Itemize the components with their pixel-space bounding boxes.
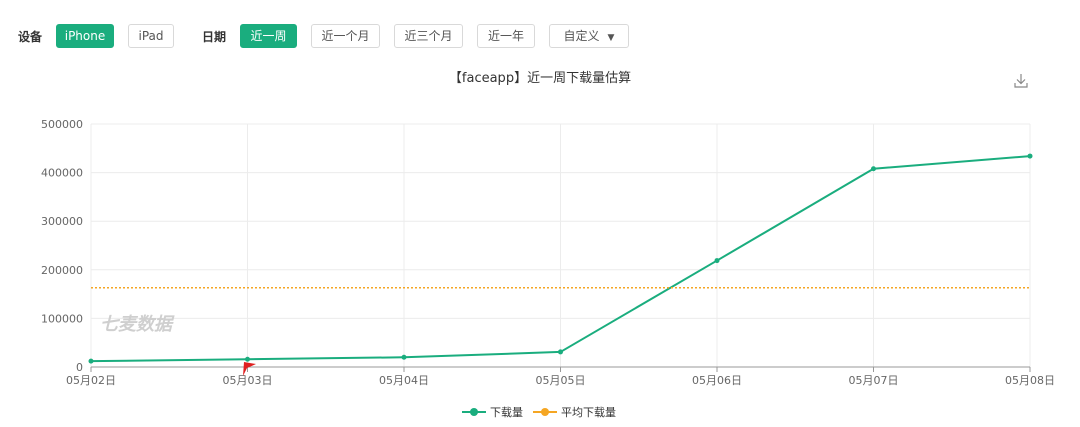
legend-item-0[interactable]: 下载量 [462, 406, 523, 419]
y-tick-label: 300000 [41, 215, 83, 228]
data-point[interactable] [558, 349, 563, 355]
chart-axes: 0 100000 200000 300000 400000 500000 05月02日 05月… [41, 118, 1055, 387]
data-point[interactable] [245, 356, 250, 362]
download-line-chart: 【faceapp】近一周下载量估算 0 100000 200000 300000 400… [41, 71, 1055, 419]
y-tick-label: 500000 [41, 118, 83, 131]
y-tick-label: 400000 [41, 167, 83, 180]
legend-label: 平均下载量 [561, 406, 616, 419]
legend-label: 下载量 [490, 406, 523, 419]
x-tick-label: 05月08日 [1005, 374, 1055, 387]
x-tick-label: 05月04日 [379, 374, 429, 387]
chart-title: 【faceapp】近一周下载量估算 [449, 71, 631, 86]
x-tick-label: 05月03日 [223, 374, 273, 387]
data-point[interactable] [714, 258, 720, 264]
y-tick-label: 200000 [41, 264, 83, 277]
x-tick-label: 05月06日 [692, 374, 742, 387]
legend-marker [470, 408, 478, 416]
chart-legend[interactable]: 下载量 平均下载量 [462, 406, 616, 419]
watermark-text: 七麦数据 [100, 314, 175, 335]
y-tick-label: 100000 [41, 312, 83, 325]
x-tick-label: 05月02日 [66, 374, 116, 387]
y-tick-label: 0 [76, 361, 83, 374]
data-point[interactable] [88, 358, 94, 364]
data-point[interactable] [1027, 153, 1033, 159]
x-tick-label: 05月05日 [536, 374, 586, 387]
legend-marker [541, 408, 549, 416]
data-point[interactable] [871, 166, 876, 172]
data-point[interactable] [401, 354, 407, 360]
chart-grid [90, 123, 1031, 368]
x-tick-label: 05月07日 [849, 374, 899, 387]
legend-item-1[interactable]: 平均下载量 [533, 406, 616, 419]
